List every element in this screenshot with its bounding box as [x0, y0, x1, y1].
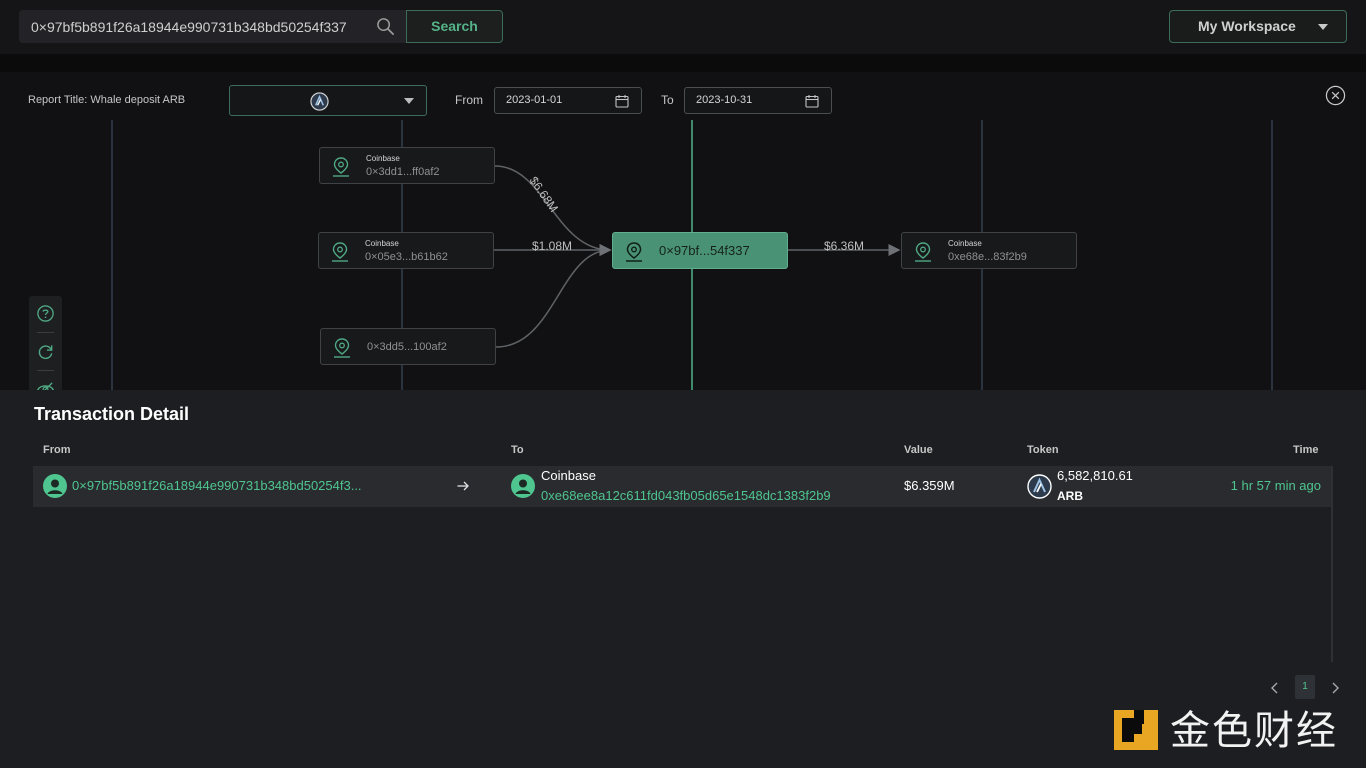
transaction-value: $6.359M — [904, 478, 955, 493]
user-avatar-icon — [43, 474, 67, 498]
flow-graph-panel[interactable]: $6.68M $1.08M $6.36M Report Title: Whale… — [0, 72, 1366, 390]
graph-toolbar — [29, 296, 62, 390]
node-label: Coinbase — [948, 239, 982, 248]
to-date-input[interactable]: 2023-10-31 — [684, 87, 832, 114]
pagination-page-current[interactable]: 1 — [1295, 675, 1315, 699]
graph-edges — [494, 165, 901, 348]
watermark: 金色财经 — [1112, 706, 1357, 758]
location-pin-icon — [915, 242, 931, 262]
column-header-token: Token — [1027, 444, 1059, 456]
user-avatar-icon — [511, 474, 535, 498]
node-label: Coinbase — [365, 239, 399, 248]
section-title: Transaction Detail — [34, 404, 190, 424]
search-input[interactable] — [19, 10, 379, 43]
table-row[interactable]: 0×97bf5b891f26a18944e990731b348bd50254f3… — [33, 466, 1331, 507]
chevron-left-icon[interactable] — [1268, 681, 1282, 695]
column-header-from: From — [43, 444, 71, 456]
to-date-value: 2023-10-31 — [696, 94, 753, 106]
node-label: Coinbase — [366, 154, 400, 163]
from-date-input[interactable]: 2023-01-01 — [494, 87, 642, 114]
location-pin-icon — [333, 157, 349, 177]
arbitrum-icon — [1027, 474, 1052, 499]
node-address: 0xe68e...83f2b9 — [948, 251, 1027, 263]
from-date-label: From — [455, 93, 483, 107]
edge-label: $6.36M — [824, 239, 865, 253]
chevron-down-icon — [1318, 24, 1328, 30]
graph-node[interactable]: Coinbase 0×3dd1...ff0af2 — [319, 147, 495, 184]
location-pin-icon — [626, 242, 642, 262]
table-scrollbar[interactable] — [1331, 466, 1333, 662]
node-address: 0×05e3...b61b62 — [365, 251, 448, 263]
to-entity-label: Coinbase — [541, 468, 596, 483]
node-address: 0×3dd5...100af2 — [367, 341, 447, 353]
graph-node[interactable]: 0×3dd5...100af2 — [320, 328, 496, 365]
hide-icon[interactable] — [36, 380, 55, 390]
toolbar-separator — [37, 370, 54, 371]
search-box — [19, 10, 407, 43]
watermark-text: 金色财经 — [1170, 708, 1338, 754]
token-amount: 6,582,810.61 — [1057, 468, 1133, 483]
arbitrum-icon — [310, 92, 329, 111]
calendar-icon — [805, 95, 819, 108]
search-icon[interactable] — [376, 17, 395, 36]
close-icon[interactable] — [1325, 85, 1346, 106]
column-header-value: Value — [904, 444, 933, 456]
report-title: Report Title: Whale deposit ARB — [28, 94, 186, 106]
token-select[interactable] — [229, 85, 427, 116]
transaction-time: 1 hr 57 min ago — [1230, 478, 1321, 493]
refresh-icon[interactable] — [36, 342, 55, 361]
column-header-to: To — [511, 444, 524, 456]
from-address-link[interactable]: 0×97bf5b891f26a18944e990731b348bd50254f3… — [72, 478, 417, 493]
edge-label: $1.08M — [532, 239, 573, 253]
node-address: 0×97bf...54f337 — [659, 243, 750, 258]
from-date-value: 2023-01-01 — [506, 94, 563, 106]
jinse-logo-icon — [1114, 710, 1158, 750]
toolbar-separator — [37, 332, 54, 333]
column-header-time: Time — [1293, 444, 1319, 456]
help-icon[interactable] — [36, 304, 55, 323]
workspace-label: My Workspace — [1198, 18, 1296, 34]
to-date-label: To — [661, 93, 674, 107]
node-address: 0×3dd1...ff0af2 — [366, 166, 440, 178]
graph-node[interactable]: Coinbase 0xe68e...83f2b9 — [901, 232, 1077, 269]
arrow-right-icon — [457, 481, 469, 491]
token-symbol: ARB — [1057, 489, 1083, 503]
graph-node-selected[interactable]: 0×97bf...54f337 — [612, 232, 788, 269]
chevron-right-icon[interactable] — [1328, 681, 1342, 695]
location-pin-icon — [332, 242, 348, 262]
to-address-link[interactable]: 0xe68ee8a12c611fd043fb05d65e1548dc1383f2… — [541, 488, 831, 503]
graph-node[interactable]: Coinbase 0×05e3...b61b62 — [318, 232, 494, 269]
search-button[interactable]: Search — [406, 10, 503, 43]
location-pin-icon — [334, 338, 350, 358]
workspace-dropdown[interactable]: My Workspace — [1169, 10, 1347, 43]
chevron-down-icon — [404, 98, 414, 104]
calendar-icon — [615, 95, 629, 108]
edge-n3-center — [495, 244, 612, 348]
top-bar: Search My Workspace — [0, 0, 1366, 54]
